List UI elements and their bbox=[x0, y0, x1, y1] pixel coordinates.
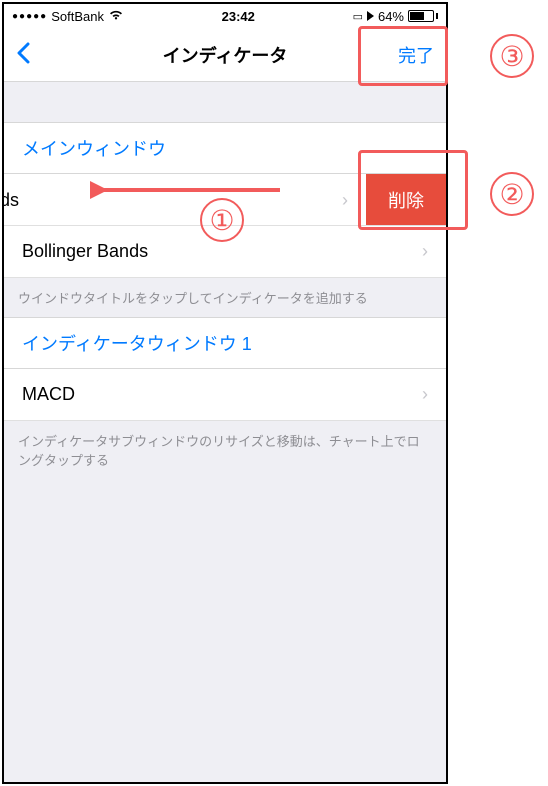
carrier-label: SoftBank bbox=[51, 9, 104, 24]
indicator-window-hint: インディケータサブウィンドウのリサイズと移動は、チャート上でロングタップする bbox=[4, 421, 446, 479]
content-area: メインウィンドウ ger Bands › 削除 Bollinger Bands … bbox=[4, 82, 446, 782]
annotation-circle-2: ② bbox=[490, 172, 534, 216]
indicator-window-header[interactable]: インディケータウィンドウ 1 bbox=[4, 317, 446, 369]
status-left: ●●●●● SoftBank bbox=[12, 9, 124, 24]
clock-label: 23:42 bbox=[222, 9, 255, 24]
main-window-hint: ウインドウタイトルをタップしてインディケータを追加する bbox=[4, 278, 446, 317]
landscape-lock-icon: ▭ bbox=[353, 10, 363, 23]
battery-pct: 64% bbox=[378, 9, 404, 24]
done-button[interactable]: 完了 bbox=[374, 42, 434, 68]
indicator-row[interactable]: MACD › bbox=[4, 369, 446, 421]
status-right: ▭ 64% bbox=[353, 9, 438, 24]
indicator-row-swiped[interactable]: ger Bands › 削除 bbox=[4, 174, 446, 226]
battery-icon bbox=[408, 10, 438, 22]
indicator-label: ger Bands bbox=[4, 190, 342, 211]
annotation-circle-3: ③ bbox=[490, 34, 534, 78]
wifi-icon bbox=[108, 9, 124, 24]
status-bar: ●●●●● SoftBank 23:42 ▭ 64% bbox=[4, 4, 446, 28]
play-icon bbox=[367, 11, 374, 21]
chevron-right-icon: › bbox=[422, 384, 428, 405]
nav-bar: インディケータ 完了 bbox=[4, 28, 446, 82]
back-button[interactable] bbox=[16, 39, 56, 71]
chevron-right-icon: › bbox=[342, 190, 348, 211]
indicator-row[interactable]: Bollinger Bands › bbox=[4, 226, 446, 278]
chevron-right-icon: › bbox=[422, 241, 428, 262]
signal-dots-icon: ●●●●● bbox=[12, 11, 47, 22]
main-window-header[interactable]: メインウィンドウ bbox=[4, 122, 446, 174]
indicator-label: MACD bbox=[22, 384, 422, 405]
indicator-label: Bollinger Bands bbox=[22, 241, 422, 262]
delete-button[interactable]: 削除 bbox=[366, 174, 446, 226]
